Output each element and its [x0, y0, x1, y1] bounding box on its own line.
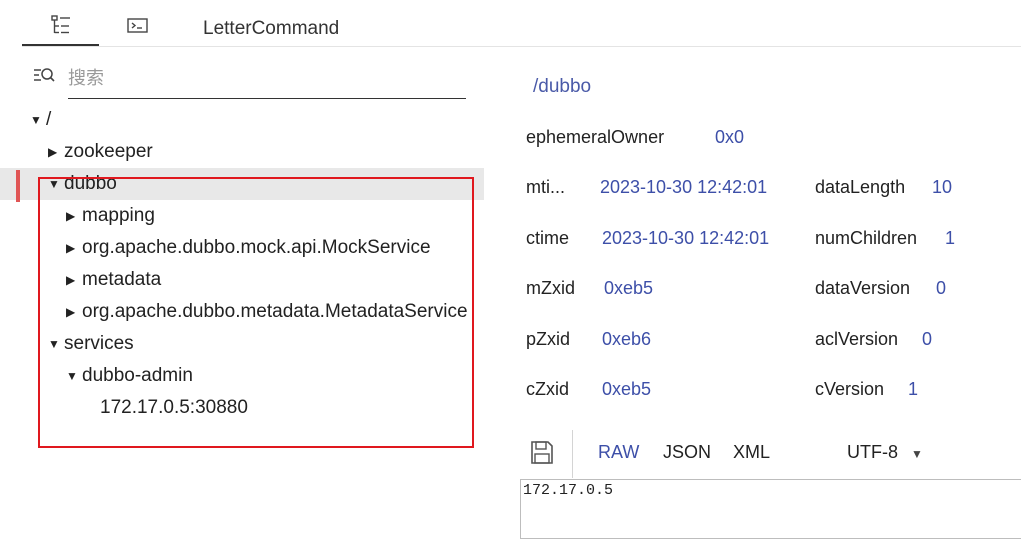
stat-key-mtime: mti...	[526, 177, 565, 197]
stat-value-data-version: 0	[936, 278, 947, 298]
save-icon[interactable]	[530, 440, 554, 466]
node-path: /dubbo	[533, 76, 592, 97]
stat-value-cversion: 1	[908, 379, 919, 399]
toolbar-divider	[572, 430, 573, 478]
caret-down-icon[interactable]: ▼	[911, 447, 923, 461]
encoding-select[interactable]: UTF-8	[847, 442, 898, 463]
stat-value-ctime: 2023-10-30 12:42:01	[602, 228, 770, 248]
stat-key-data-version: dataVersion	[815, 278, 911, 298]
stat-key-mzxid: mZxid	[526, 278, 575, 298]
stat-value-data-length: 10	[932, 177, 953, 197]
stat-value-mzxid: 0xeb5	[604, 278, 654, 298]
stat-value-czxid: 0xeb5	[602, 379, 652, 399]
search-input[interactable]	[68, 63, 466, 99]
selection-marker	[16, 170, 20, 202]
stat-key-czxid: cZxid	[526, 379, 570, 399]
stat-key-acl-version: aclVersion	[815, 329, 899, 349]
stat-key-cversion: cVersion	[815, 379, 885, 399]
stat-key-pzxid: pZxid	[526, 329, 571, 349]
tab-letter-command[interactable]: LetterCommand	[203, 18, 339, 40]
stat-key-data-length: dataLength	[815, 177, 906, 197]
format-json-button[interactable]: JSON	[663, 442, 711, 463]
tab-divider	[22, 46, 1021, 47]
stat-value-mtime: 2023-10-30 12:42:01	[600, 177, 768, 197]
node-data-editor[interactable]: 172.17.0.5	[520, 479, 1021, 539]
caret-right-icon[interactable]: ▶	[48, 136, 57, 168]
tree-node-label: /	[46, 109, 52, 130]
format-xml-button[interactable]: XML	[733, 442, 770, 463]
stat-key-ephemeral-owner: ephemeralOwner	[526, 127, 665, 147]
caret-down-icon[interactable]: ▼	[30, 104, 42, 136]
stat-key-num-children: numChildren	[815, 228, 918, 248]
stat-value-pzxid: 0xeb6	[602, 329, 652, 349]
tree-node-root[interactable]: ▼ /	[0, 104, 484, 136]
format-raw-button[interactable]: RAW	[598, 442, 639, 463]
stat-key-ctime: ctime	[526, 228, 570, 248]
stat-value-ephemeral-owner: 0x0	[715, 127, 745, 147]
stat-value-num-children: 1	[945, 228, 956, 248]
tree-node-zookeeper[interactable]: ▶ zookeeper	[0, 136, 484, 168]
tree-node-label: zookeeper	[64, 141, 153, 162]
tab-bar: LetterCommand	[0, 0, 1021, 47]
search-filter-icon	[33, 66, 57, 86]
stat-value-acl-version: 0	[922, 329, 933, 349]
tree-icon[interactable]	[50, 14, 72, 36]
terminal-icon[interactable]	[127, 17, 149, 39]
highlight-box	[38, 177, 474, 448]
